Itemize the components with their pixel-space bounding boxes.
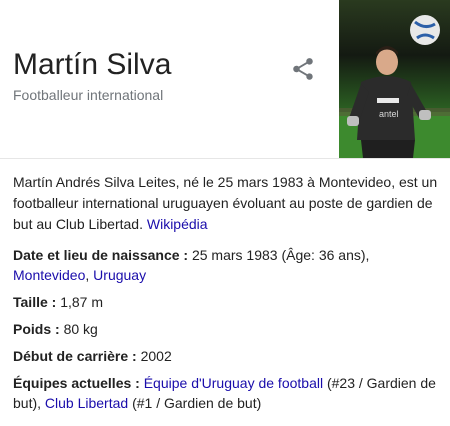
club-libertad-link[interactable]: Club Libertad (45, 395, 128, 411)
entity-title: Martín Silva (13, 48, 172, 81)
fact-career-start-label: Début de carrière : (13, 348, 137, 364)
fact-career-start: Début de carrière : 2002 (13, 346, 443, 366)
fact-height: Taille : 1,87 m (13, 292, 443, 312)
fact-weight-label: Poids : (13, 321, 60, 337)
svg-text:antel: antel (379, 109, 399, 119)
fact-birth: Date et lieu de naissance : 25 mars 1983… (13, 245, 443, 285)
wikipedia-link[interactable]: Wikipédia (147, 216, 208, 232)
montevideo-link[interactable]: Montevideo (13, 267, 85, 283)
fact-birth-label: Date et lieu de naissance : (13, 247, 189, 263)
fact-height-label: Taille : (13, 294, 57, 310)
knowledge-panel-header: Martín Silva Footballeur international a… (0, 0, 450, 158)
fact-weight-value: 80 kg (63, 321, 98, 337)
entity-subtitle: Footballeur international (13, 87, 164, 103)
description-text: Martín Andrés Silva Leites, né le 25 mar… (13, 174, 438, 232)
team2-detail: (#1 / Gardien de but) (132, 395, 262, 411)
entity-description: Martín Andrés Silva Leites, né le 25 mar… (13, 172, 443, 235)
uruguay-link[interactable]: Uruguay (93, 267, 146, 283)
section-divider (0, 158, 450, 159)
fact-birth-separator: , (85, 267, 90, 283)
share-icon[interactable] (290, 56, 316, 82)
fact-teams-label: Équipes actuelles : (13, 375, 140, 391)
fact-height-value: 1,87 m (60, 294, 104, 310)
fact-teams: Équipes actuelles : Équipe d'Uruguay de … (13, 373, 443, 413)
fact-birth-value: 25 mars 1983 (Âge: 36 ans), (191, 247, 370, 263)
fact-weight: Poids : 80 kg (13, 319, 443, 339)
uruguay-national-team-link[interactable]: Équipe d'Uruguay de football (144, 375, 323, 391)
fact-career-start-value: 2002 (140, 348, 172, 364)
player-photo[interactable]: antel (339, 0, 450, 158)
